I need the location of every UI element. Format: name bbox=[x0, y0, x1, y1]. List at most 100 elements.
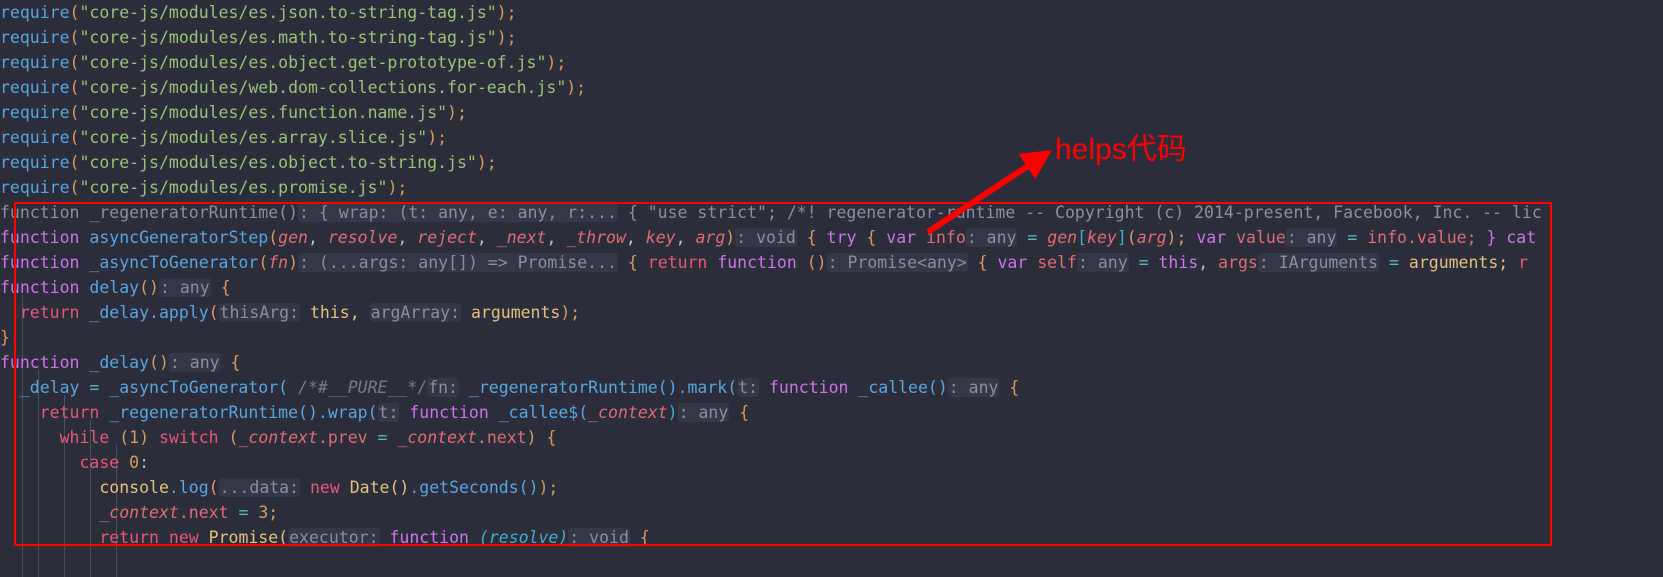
kw-return: return bbox=[647, 253, 708, 272]
fn-name: _regeneratorRuntime bbox=[89, 203, 279, 222]
operator-eq: = bbox=[89, 378, 100, 397]
ref-context: _context bbox=[397, 428, 477, 447]
inlay-hint-type: : any bbox=[168, 353, 221, 372]
kw-this: this, bbox=[310, 303, 360, 322]
ref-gen: gen bbox=[1047, 228, 1078, 247]
code-line-require: require("core-js/modules/es.json.to-stri… bbox=[0, 3, 517, 22]
var-self: self bbox=[1037, 253, 1077, 272]
assignee: _delay bbox=[19, 378, 80, 397]
method-getSeconds: .getSeconds() bbox=[409, 478, 539, 497]
var-value: value bbox=[1236, 228, 1286, 247]
param-resolve: (resolve) bbox=[478, 528, 569, 547]
fn-name: _asyncToGenerator bbox=[89, 253, 259, 272]
operator-eq: = bbox=[377, 428, 388, 447]
brace: { bbox=[1009, 378, 1020, 397]
code-line-async-generator-step: function asyncGeneratorStep(gen, resolve… bbox=[0, 228, 1537, 247]
kw-function: function bbox=[768, 378, 849, 397]
require-module: core-js/modules/es.promise.js bbox=[89, 178, 378, 197]
kw-function: function bbox=[409, 403, 489, 422]
kw-function: function bbox=[717, 253, 797, 272]
code-line-case-0: case 0: bbox=[0, 450, 1663, 475]
inlay-hint-type: : IArguments bbox=[1257, 253, 1380, 272]
code-line-return-promise: return new Promise(executor: function (r… bbox=[0, 525, 1663, 550]
kw-return: return bbox=[99, 528, 159, 547]
call-regeneratorRuntime-mark: _regeneratorRuntime().mark( bbox=[468, 378, 738, 397]
kw-var: var bbox=[1196, 228, 1227, 247]
parens: () bbox=[149, 353, 169, 372]
ref-arg: arg bbox=[1136, 228, 1167, 247]
kw-this: this bbox=[1158, 253, 1199, 272]
code-line-require: require("core-js/modules/es.math.to-stri… bbox=[0, 28, 517, 47]
prop-prev: .prev bbox=[317, 428, 368, 447]
ref-context: _context bbox=[238, 428, 318, 447]
val-arguments: arguments bbox=[470, 303, 561, 322]
method-log: .log bbox=[168, 478, 209, 497]
kw-switch: switch bbox=[158, 428, 219, 447]
while-cond: (1) bbox=[119, 428, 150, 447]
inlay-hint-type: : any bbox=[947, 378, 1000, 397]
param: fn bbox=[268, 253, 289, 272]
operator-eq: = bbox=[238, 503, 249, 522]
parens: () bbox=[139, 278, 159, 297]
val-arguments: arguments; bbox=[1408, 253, 1509, 272]
require-module: core-js/modules/es.object.get-prototype-… bbox=[89, 53, 537, 72]
param: reject bbox=[417, 228, 477, 247]
body-tail: r bbox=[1518, 253, 1529, 272]
kw-function: function bbox=[0, 228, 80, 247]
prop-next: .next bbox=[178, 503, 229, 522]
inlay-hint-type: : any bbox=[677, 403, 730, 422]
number: 3 bbox=[258, 503, 269, 522]
require-module: core-js/modules/es.function.name.js bbox=[89, 103, 438, 122]
inlay-hint-param: fn: bbox=[427, 378, 459, 397]
brace: } bbox=[0, 328, 10, 347]
inlay-hint-param: argArray: bbox=[369, 303, 462, 322]
inlay-hint-param: thisArg: bbox=[218, 303, 301, 322]
inlay-hint-type: : any bbox=[1285, 228, 1338, 247]
kw-var: var bbox=[997, 253, 1028, 272]
code-line-require: require("core-js/modules/es.array.slice.… bbox=[0, 128, 448, 147]
inlay-hint-param: ...data: bbox=[218, 478, 301, 497]
kw-function: function bbox=[0, 253, 80, 272]
var-info: info bbox=[926, 228, 966, 247]
inlay-hint-param: t: bbox=[377, 403, 400, 422]
kw-var: var bbox=[886, 228, 917, 247]
fn-body-preview: { "use strict"; /*! regenerator-runtime … bbox=[627, 203, 1542, 222]
call-asyncToGenerator: _asyncToGenerator( bbox=[109, 378, 289, 397]
brace: { bbox=[546, 428, 557, 447]
kw-function: function bbox=[0, 353, 80, 372]
fn-name: _delay bbox=[89, 353, 150, 372]
inlay-hint-param: t: bbox=[737, 378, 760, 397]
var-args: args bbox=[1218, 253, 1258, 272]
inlay-hint-type: : any bbox=[965, 228, 1018, 247]
inlay-hint-type: : (...args: any[]) => Promise... bbox=[298, 253, 618, 272]
code-line-context-next: _context.next = 3; bbox=[0, 500, 1663, 525]
inlay-hint-param: executor: bbox=[288, 528, 380, 547]
code-line-while-switch: while (1) switch (_context.prev = _conte… bbox=[59, 428, 557, 447]
inlay-hint-type: : any bbox=[158, 278, 211, 297]
expr-info-value: info.value; bbox=[1367, 228, 1477, 247]
kw-new: new bbox=[168, 528, 199, 547]
colon: : bbox=[139, 453, 150, 472]
obj-console: console bbox=[99, 478, 169, 497]
kw-while: while bbox=[59, 428, 110, 447]
code-line-delay-return: return _delay.apply(thisArg: this, argAr… bbox=[19, 303, 581, 322]
fn-callee: _callee() bbox=[858, 378, 948, 397]
code-lines[interactable]: require("core-js/modules/es.json.to-stri… bbox=[0, 0, 1663, 550]
code-line-require: require("core-js/modules/web.dom-collect… bbox=[0, 78, 587, 97]
code-line-require: require("core-js/modules/es.object.to-st… bbox=[0, 153, 497, 172]
param: resolve bbox=[327, 228, 398, 247]
call-regeneratorRuntime-wrap: _regeneratorRuntime().wrap( bbox=[109, 403, 378, 422]
code-line-_delay-assign: _delay = _asyncToGenerator( /*#__PURE__*… bbox=[0, 375, 1663, 400]
pure-comment: /*#__PURE__*/ bbox=[298, 378, 428, 397]
code-line-require: require("core-js/modules/es.promise.js")… bbox=[0, 178, 408, 197]
kw-function: function bbox=[389, 528, 469, 547]
kw-function: function bbox=[0, 203, 80, 222]
code-editor[interactable]: require("core-js/modules/es.json.to-stri… bbox=[0, 0, 1663, 577]
code-line-async-to-generator: function _asyncToGenerator(fn): (...args… bbox=[0, 253, 1529, 272]
require-module: core-js/modules/es.object.to-string.js bbox=[89, 153, 467, 172]
param: _throw bbox=[566, 228, 626, 247]
code-line-console-log: console.log(...data: new Date().getSecon… bbox=[99, 478, 559, 497]
param-context: _context bbox=[588, 403, 668, 422]
code-line-regenerator-runtime: function _regeneratorRuntime(): { wrap: … bbox=[0, 200, 1663, 225]
fn-callee-dollar: _callee$( bbox=[498, 403, 589, 422]
